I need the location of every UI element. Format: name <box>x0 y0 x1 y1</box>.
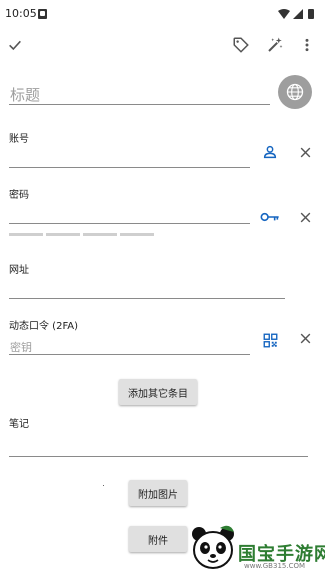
status-time: 10:05 <box>5 7 37 20</box>
globe-icon <box>286 83 304 101</box>
url-label: 网址 <box>9 265 29 276</box>
notes-input[interactable] <box>9 456 308 457</box>
wifi-icon <box>278 9 290 19</box>
password-label: 密码 <box>9 190 29 201</box>
password-input[interactable] <box>9 223 250 224</box>
close-icon <box>300 333 310 343</box>
watermark: 国宝手游网 www.GB315.COM <box>190 520 325 578</box>
status-bar: 10:05 <box>0 0 325 28</box>
attach-image-label: 附加图片 <box>138 489 178 501</box>
strength-segment <box>83 233 117 236</box>
strength-segment <box>9 233 43 236</box>
status-icons <box>278 9 314 19</box>
password-clear-button[interactable] <box>293 205 317 229</box>
website-button[interactable] <box>278 75 312 109</box>
add-other-label: 添加其它条目 <box>128 388 188 400</box>
notification-icon <box>38 9 47 19</box>
magic-wand-icon[interactable] <box>262 32 288 58</box>
strength-segment <box>46 233 80 236</box>
attachment-button[interactable]: 附件 <box>129 526 187 552</box>
title-underline <box>9 104 270 105</box>
more-vertical-icon[interactable] <box>294 32 320 58</box>
totp-clear-button[interactable] <box>293 326 317 350</box>
totp-key-placeholder: 密钥 <box>10 341 32 354</box>
person-icon[interactable] <box>258 140 282 164</box>
panda-logo-icon <box>192 525 234 569</box>
totp-key-input[interactable]: 密钥 <box>10 339 32 355</box>
attach-image-button[interactable]: 附加图片 <box>129 480 187 506</box>
title-placeholder: 标题 <box>10 86 41 104</box>
totp-label: 动态口令 (2FA) <box>9 321 79 332</box>
add-other-button[interactable]: 添加其它条目 <box>119 379 197 405</box>
key-icon[interactable] <box>258 205 282 229</box>
strength-segment <box>120 233 154 236</box>
signal-icon <box>293 9 303 19</box>
attachment-label: 附件 <box>148 535 168 547</box>
url-input[interactable] <box>9 298 285 299</box>
watermark-url: www.GB315.COM <box>244 562 306 570</box>
title-input[interactable]: 标题 <box>10 84 40 105</box>
tag-icon[interactable] <box>228 32 254 58</box>
qr-code-icon[interactable] <box>258 328 282 352</box>
close-icon <box>300 147 310 157</box>
totp-underline <box>9 354 250 355</box>
battery-icon <box>308 9 314 19</box>
toolbar <box>0 28 325 62</box>
close-icon <box>300 212 310 222</box>
account-label: 账号 <box>9 134 29 145</box>
account-clear-button[interactable] <box>293 140 317 164</box>
account-input[interactable] <box>9 167 250 168</box>
notes-label: 笔记 <box>9 419 29 430</box>
check-icon[interactable] <box>2 32 28 58</box>
stray-dot <box>103 485 104 486</box>
